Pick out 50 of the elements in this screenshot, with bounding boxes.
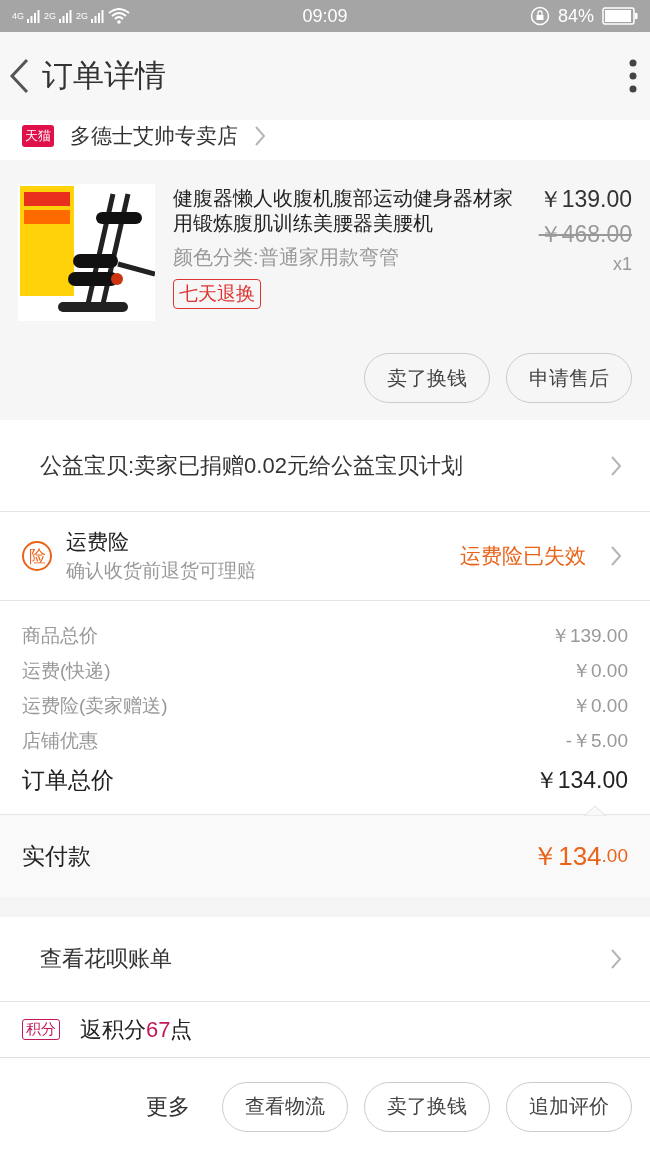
insurance-badge: 险 (22, 541, 52, 571)
charge-amount: ￥139.00 (550, 624, 628, 648)
paid-label: 实付款 (22, 841, 92, 871)
charge-amount: -￥5.00 (565, 729, 628, 753)
page-title: 订单详情 (42, 57, 167, 95)
item-action-button[interactable]: 申请售后 (506, 353, 632, 403)
order-action-button[interactable]: 卖了换钱 (364, 1081, 490, 1132)
network-label: 2G (76, 11, 89, 21)
store-name[interactable]: 多德士艾帅专卖店 (70, 122, 238, 150)
item-action-button[interactable]: 卖了换钱 (364, 353, 490, 403)
battery-percent: 84% (558, 5, 594, 27)
status-time: 09:09 (301, 5, 349, 27)
chevron-right-icon (254, 125, 266, 147)
product-price: ￥139.00 (538, 185, 632, 214)
paid-amount-decimal: .00 (601, 845, 628, 867)
more-link[interactable]: 更多 (146, 1091, 190, 1122)
product-variant: 颜色分类:普通家用款弯管 (173, 245, 400, 270)
original-price: ￥468.00 (538, 220, 632, 249)
charge-amount: ￥0.00 (572, 659, 628, 683)
return-policy-tag: 七天退换 (173, 279, 261, 309)
charge-label: 运费(快递) (22, 659, 111, 683)
order-action-button[interactable]: 追加评价 (506, 1081, 632, 1132)
charge-amount: ￥0.00 (572, 694, 628, 718)
charge-label: 商品总价 (22, 624, 98, 648)
chevron-right-icon (610, 948, 622, 970)
charge-label: 运费险(卖家赠送) (22, 694, 168, 718)
store-badge: 天猫 (22, 125, 54, 147)
insurance-title: 运费险 (66, 529, 130, 555)
more-menu-icon[interactable] (628, 58, 638, 94)
network-label: 4G (12, 11, 24, 21)
charge-label: 店铺优惠 (22, 729, 98, 753)
total-label: 订单总价 (22, 766, 114, 795)
chevron-right-icon (610, 454, 622, 477)
rotation-lock-icon (530, 6, 550, 26)
points-badge: 积分 (22, 1019, 60, 1040)
signal-icon (27, 9, 41, 23)
wifi-icon (108, 8, 131, 24)
total-amount: ￥134.00 (534, 766, 628, 795)
product-title[interactable]: 健腹器懒人收腹机腹部运动健身器材家用锻炼腹肌训练美腰器美腰机 (173, 186, 521, 236)
quantity: x1 (613, 254, 632, 275)
order-action-button[interactable]: 查看物流 (222, 1081, 348, 1132)
paid-amount: ￥134 (532, 839, 602, 873)
back-icon[interactable] (8, 58, 30, 94)
signal-icon (91, 9, 106, 23)
battery-icon (602, 7, 638, 25)
points-text: 返积分67点 (80, 1015, 193, 1044)
insurance-subtitle: 确认收货前退货可理赔 (66, 559, 257, 583)
network-label: 2G (44, 11, 57, 21)
signal-icon (59, 9, 74, 23)
chevron-right-icon (610, 545, 622, 567)
